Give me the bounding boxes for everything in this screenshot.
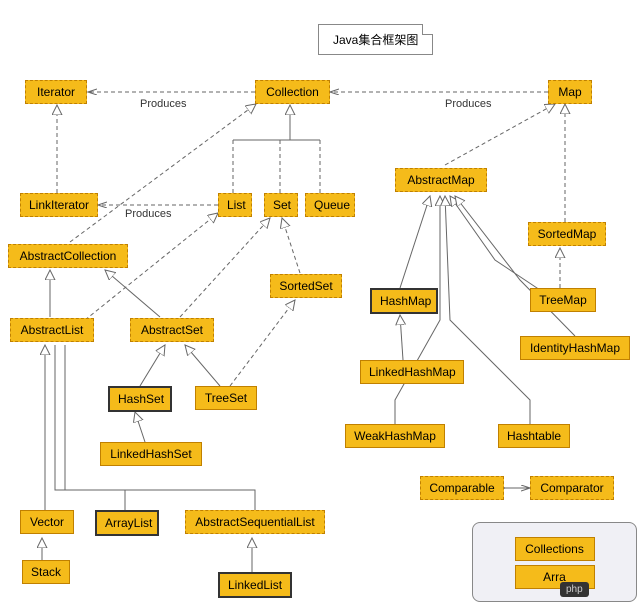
label-produces-1: Produces bbox=[140, 98, 186, 110]
node-comparable: Comparable bbox=[420, 476, 504, 500]
node-treemap: TreeMap bbox=[530, 288, 596, 312]
node-abstractmap: AbstractMap bbox=[395, 168, 487, 192]
node-hashset: HashSet bbox=[108, 386, 172, 412]
node-abstractcollection: AbstractCollection bbox=[8, 244, 128, 268]
node-weakhashmap: WeakHashMap bbox=[345, 424, 445, 448]
node-stack: Stack bbox=[22, 560, 70, 584]
watermark-badge: php bbox=[560, 582, 589, 597]
node-list: List bbox=[218, 193, 252, 217]
node-linkedlist: LinkedList bbox=[218, 572, 292, 598]
node-abstractsequentiallist: AbstractSequentialList bbox=[185, 510, 325, 534]
node-sortedset: SortedSet bbox=[270, 274, 342, 298]
node-linkedhashset: LinkedHashSet bbox=[100, 442, 202, 466]
node-queue: Queue bbox=[305, 193, 355, 217]
node-arraylist: ArrayList bbox=[95, 510, 159, 536]
node-comparator: Comparator bbox=[530, 476, 614, 500]
node-hashmap: HashMap bbox=[370, 288, 438, 314]
node-map: Map bbox=[548, 80, 592, 104]
legend-collections: Collections bbox=[515, 537, 595, 561]
node-linkiterator: LinkIterator bbox=[20, 193, 98, 217]
legend-panel: Collections Arra bbox=[472, 522, 637, 602]
label-produces-2: Produces bbox=[445, 98, 491, 110]
node-sortedmap: SortedMap bbox=[528, 222, 606, 246]
node-abstractlist: AbstractList bbox=[10, 318, 94, 342]
node-hashtable: Hashtable bbox=[498, 424, 570, 448]
node-treeset: TreeSet bbox=[195, 386, 257, 410]
label-produces-3: Produces bbox=[125, 208, 171, 220]
node-collection: Collection bbox=[255, 80, 330, 104]
node-abstractset: AbstractSet bbox=[130, 318, 214, 342]
node-identityhashmap: IdentityHashMap bbox=[520, 336, 630, 360]
node-set: Set bbox=[264, 193, 298, 217]
node-iterator: Iterator bbox=[25, 80, 87, 104]
node-linkedhashmap: LinkedHashMap bbox=[360, 360, 464, 384]
node-vector: Vector bbox=[20, 510, 74, 534]
diagram-title: Java集合框架图 bbox=[318, 24, 433, 55]
title-text: Java集合框架图 bbox=[333, 33, 418, 47]
